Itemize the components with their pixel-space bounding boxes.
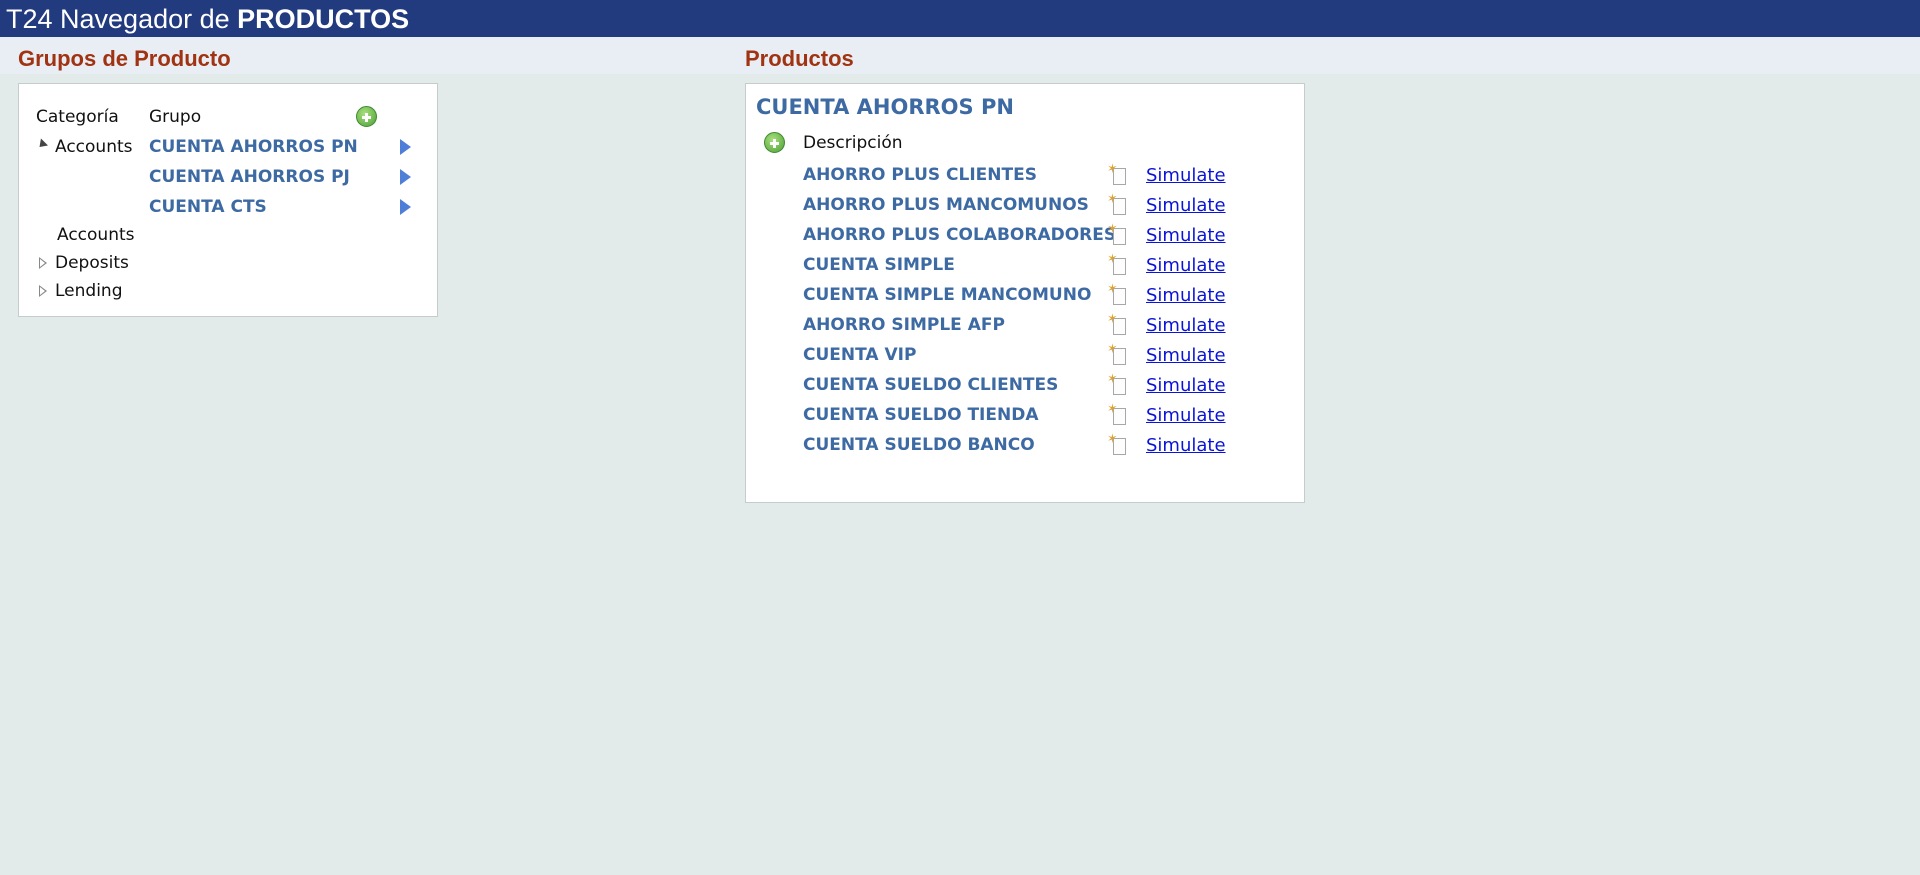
new-document-icon[interactable]: ✶ [1107, 163, 1127, 185]
new-document-icon[interactable]: ✶ [1107, 343, 1127, 365]
products-section-title: Productos [745, 46, 854, 71]
add-product-icon[interactable] [764, 132, 785, 153]
category-accounts[interactable]: Accounts [55, 137, 133, 157]
accounts-sub-label: Accounts [57, 225, 135, 245]
product-row-label[interactable]: CUENTA SUELDO CLIENTES [803, 375, 1058, 395]
new-document-icon[interactable]: ✶ [1107, 253, 1127, 275]
group-item-label[interactable]: CUENTA CTS [149, 197, 267, 217]
product-row-label[interactable]: AHORRO PLUS COLABORADORES [803, 225, 1116, 245]
new-document-icon[interactable]: ✶ [1107, 433, 1127, 455]
product-row-label[interactable]: CUENTA SUELDO BANCO [803, 435, 1035, 455]
open-group-arrow-icon[interactable] [400, 169, 411, 185]
section-header-band [0, 37, 1920, 74]
new-document-icon[interactable]: ✶ [1107, 403, 1127, 425]
open-group-arrow-icon[interactable] [400, 139, 411, 155]
simulate-link[interactable]: Simulate [1146, 225, 1226, 246]
simulate-link[interactable]: Simulate [1146, 315, 1226, 336]
groups-section-title: Grupos de Producto [18, 46, 231, 71]
simulate-link[interactable]: Simulate [1146, 195, 1226, 216]
product-row-label[interactable]: AHORRO PLUS MANCOMUNOS [803, 195, 1089, 215]
new-document-icon[interactable]: ✶ [1107, 373, 1127, 395]
expand-deposits-icon[interactable] [39, 257, 47, 269]
simulate-link[interactable]: Simulate [1146, 375, 1226, 396]
groups-panel: Categoría Grupo Accounts CUENTA AHORROS … [18, 83, 438, 317]
description-column-header: Descripción [803, 133, 903, 153]
product-row-label[interactable]: AHORRO SIMPLE AFP [803, 315, 1005, 335]
simulate-link[interactable]: Simulate [1146, 435, 1226, 456]
product-row-label[interactable]: CUENTA VIP [803, 345, 916, 365]
products-panel: CUENTA AHORROS PN Descripción AHORRO PLU… [745, 83, 1305, 503]
category-deposits[interactable]: Deposits [55, 253, 129, 273]
product-row-label[interactable]: CUENTA SIMPLE MANCOMUNO [803, 285, 1091, 305]
app-title-bar: T24 Navegador de PRODUCTOS [0, 0, 1920, 37]
new-document-icon[interactable]: ✶ [1107, 193, 1127, 215]
group-item-label[interactable]: CUENTA AHORROS PJ [149, 167, 350, 187]
group-item-label[interactable]: CUENTA AHORROS PN [149, 137, 358, 157]
category-column-header: Categoría [36, 107, 119, 127]
new-document-icon[interactable]: ✶ [1107, 223, 1127, 245]
simulate-link[interactable]: Simulate [1146, 285, 1226, 306]
simulate-link[interactable]: Simulate [1146, 405, 1226, 426]
collapse-accounts-icon[interactable] [35, 138, 49, 151]
app-title-prefix: T24 Navegador de [6, 4, 238, 34]
product-row-label[interactable]: AHORRO PLUS CLIENTES [803, 165, 1037, 185]
product-row-label[interactable]: CUENTA SIMPLE [803, 255, 955, 275]
category-lending[interactable]: Lending [55, 281, 123, 301]
simulate-link[interactable]: Simulate [1146, 165, 1226, 186]
group-column-header: Grupo [149, 107, 202, 127]
app-title-strong: PRODUCTOS [237, 4, 410, 34]
add-group-icon[interactable] [356, 106, 377, 127]
new-document-icon[interactable]: ✶ [1107, 283, 1127, 305]
new-document-icon[interactable]: ✶ [1107, 313, 1127, 335]
simulate-link[interactable]: Simulate [1146, 345, 1226, 366]
open-group-arrow-icon[interactable] [400, 199, 411, 215]
simulate-link[interactable]: Simulate [1146, 255, 1226, 276]
expand-lending-icon[interactable] [39, 285, 47, 297]
product-row-label[interactable]: CUENTA SUELDO TIENDA [803, 405, 1038, 425]
product-group-title: CUENTA AHORROS PN [756, 95, 1014, 119]
